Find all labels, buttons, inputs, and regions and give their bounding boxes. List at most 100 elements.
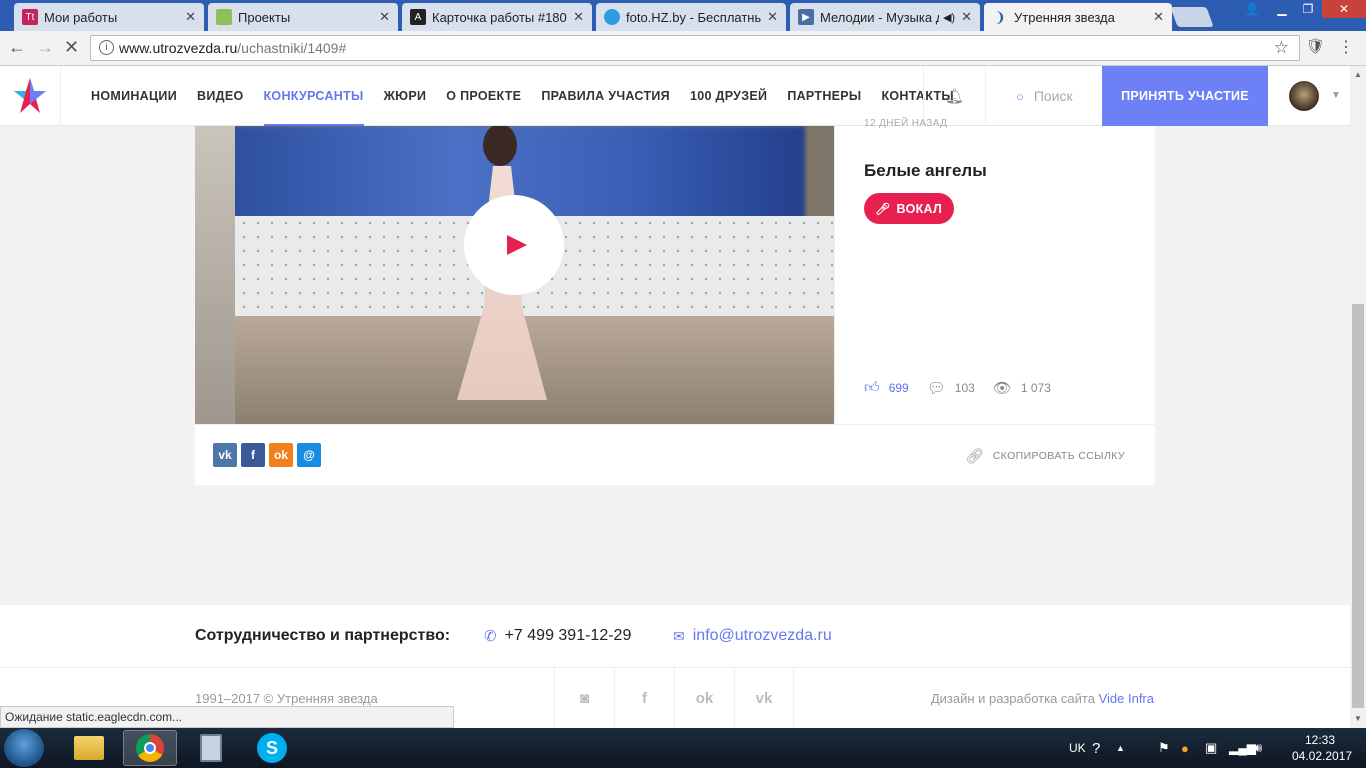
- skype-taskbar-icon[interactable]: S: [245, 730, 299, 766]
- play-button[interactable]: [464, 195, 564, 295]
- nav-100-friends[interactable]: 100 ДРУЗЕЙ: [690, 66, 767, 126]
- copy-link-button[interactable]: 🔗︎ СКОПИРОВАТЬ ССЫЛКУ: [965, 447, 1125, 465]
- divider: [834, 126, 835, 425]
- extension-icon[interactable]: 🛡: [1306, 37, 1325, 55]
- category-label: ВОКАЛ: [896, 201, 943, 216]
- tab-close-icon[interactable]: ✕: [573, 9, 584, 25]
- search-placeholder: Поиск: [1033, 88, 1073, 104]
- volume-icon[interactable]: 🔊︎: [1254, 728, 1262, 768]
- bell-icon: 🔔︎: [944, 88, 965, 105]
- start-button[interactable]: [4, 729, 44, 767]
- restore-icon[interactable]: ❐: [1294, 0, 1322, 18]
- tab-close-icon[interactable]: ✕: [379, 9, 390, 25]
- url-path: /uchastniki/1409#: [237, 40, 347, 56]
- address-bar[interactable]: i www.utrozvezda.ru/uchastniki/1409# ☆: [90, 35, 1300, 61]
- browser-tab-active[interactable]: ❩ Утренняя звезда ✕: [984, 3, 1172, 31]
- category-badge[interactable]: 🎤︎ ВОКАЛ: [864, 193, 955, 224]
- loading-spinner-icon: ❩: [994, 8, 1006, 25]
- tab-close-icon[interactable]: ✕: [1153, 9, 1164, 25]
- like-button[interactable]: 👍︎ 699: [864, 379, 909, 397]
- app-tray-icon[interactable]: ●: [1181, 728, 1189, 768]
- tab-title: Мои работы: [44, 9, 118, 25]
- nav-jury[interactable]: ЖЮРИ: [384, 66, 427, 126]
- explorer-taskbar-icon[interactable]: [62, 730, 116, 766]
- browser-tab-strip: Tt Мои работы ✕ Проекты ✕ A Карточка раб…: [0, 0, 1366, 31]
- notifications-button[interactable]: 🔔︎: [923, 66, 985, 126]
- scroll-down-icon[interactable]: ▼: [1354, 714, 1362, 723]
- user-avatar[interactable]: [1289, 81, 1319, 111]
- views-stat: 👁︎ 1 073: [993, 379, 1051, 397]
- forward-icon[interactable]: →: [36, 37, 54, 58]
- removable-device-icon[interactable]: ▣: [1205, 728, 1217, 768]
- instagram-icon[interactable]: ◙: [554, 668, 614, 728]
- publish-date: 12 ДНЕЙ НАЗАД: [864, 118, 948, 129]
- video-player[interactable]: [195, 126, 834, 425]
- back-icon[interactable]: ←: [8, 37, 26, 58]
- search-field[interactable]: ○ Поиск: [985, 66, 1102, 126]
- profile-icon[interactable]: 👤: [1238, 0, 1266, 18]
- tab-close-icon[interactable]: ✕: [961, 9, 972, 25]
- browser-status-bar: Ожидание static.eaglecdn.com...: [0, 706, 454, 728]
- site-logo[interactable]: [0, 66, 61, 126]
- tab-favicon-icon: ▶: [798, 9, 814, 25]
- chrome-taskbar-icon[interactable]: [123, 730, 177, 766]
- vk-icon[interactable]: vk: [734, 668, 794, 728]
- help-icon[interactable]: ?: [1092, 728, 1100, 768]
- calculator-taskbar-icon[interactable]: [184, 730, 238, 766]
- network-icon[interactable]: ▂▄▆: [1229, 728, 1256, 768]
- odnoklassniki-share-icon[interactable]: ok: [269, 443, 293, 467]
- mailru-share-icon[interactable]: @: [297, 443, 321, 467]
- tab-favicon-icon: [604, 9, 620, 25]
- comments-link[interactable]: 💬︎ 103: [927, 379, 975, 397]
- browser-tab[interactable]: Проекты ✕: [208, 3, 398, 31]
- odnoklassniki-icon[interactable]: ok: [674, 668, 734, 728]
- play-icon: [507, 235, 527, 255]
- scroll-up-icon[interactable]: ▲: [1354, 70, 1362, 79]
- browser-tab[interactable]: ▶ Мелодии - Музыка д ◀) ✕: [790, 3, 980, 31]
- nav-contestants[interactable]: КОНКУРСАНТЫ: [263, 66, 364, 126]
- browser-tab[interactable]: foto.HZ.by - Бесплатный ✕: [596, 3, 786, 31]
- cooperation-label: Сотрудничество и партнерство:: [195, 627, 451, 644]
- link-icon: 🔗︎: [965, 448, 985, 465]
- nav-video[interactable]: ВИДЕО: [197, 66, 243, 126]
- facebook-share-icon[interactable]: f: [241, 443, 265, 467]
- design-credit-link[interactable]: Vide Infra: [1099, 691, 1154, 706]
- new-tab-button[interactable]: [1170, 7, 1214, 27]
- participate-button[interactable]: ПРИНЯТЬ УЧАСТИЕ: [1102, 66, 1268, 126]
- comments-count: 103: [954, 381, 975, 395]
- views-count: 1 073: [1020, 381, 1051, 395]
- bookmark-star-icon[interactable]: ☆: [1274, 38, 1289, 58]
- scrollbar-thumb[interactable]: [1352, 304, 1364, 708]
- chevron-down-icon[interactable]: ▼: [1331, 90, 1341, 101]
- divider: [195, 424, 1155, 425]
- tab-title: Утренняя звезда: [1014, 9, 1115, 25]
- stop-icon[interactable]: ✕: [64, 37, 79, 58]
- design-credit-prefix: Дизайн и разработка сайта: [930, 691, 1095, 706]
- minimize-icon[interactable]: ▁: [1268, 0, 1296, 18]
- tab-title: foto.HZ.by - Бесплатный: [626, 9, 762, 25]
- facebook-icon[interactable]: f: [614, 668, 674, 728]
- language-indicator[interactable]: UK: [1069, 728, 1086, 768]
- nav-about[interactable]: О ПРОЕКТЕ: [446, 66, 521, 126]
- nav-rules[interactable]: ПРАВИЛА УЧАСТИЯ: [541, 66, 670, 126]
- email-link[interactable]: ✉ info@utrozvezda.ru: [673, 627, 832, 645]
- action-center-icon[interactable]: ⚑: [1158, 728, 1170, 768]
- phone-number: +7 499 391-12-29: [504, 627, 632, 644]
- tab-close-icon[interactable]: ✕: [185, 9, 196, 25]
- chrome-menu-icon[interactable]: ⋮: [1338, 37, 1354, 57]
- likes-count: 699: [888, 381, 909, 395]
- close-window-icon[interactable]: ✕: [1322, 0, 1366, 18]
- system-clock[interactable]: 12:33 04.02.2017: [1292, 732, 1352, 764]
- browser-toolbar: ← → ✕ i www.utrozvezda.ru/uchastniki/140…: [0, 31, 1366, 66]
- browser-tab[interactable]: A Карточка работы #1805 ✕: [402, 3, 592, 31]
- audio-playing-icon[interactable]: ◀): [943, 11, 955, 24]
- nav-nominations[interactable]: НОМИНАЦИИ: [91, 66, 177, 126]
- phone-link[interactable]: ✆ +7 499 391-12-29: [484, 627, 631, 645]
- nav-partners[interactable]: ПАРТНЕРЫ: [787, 66, 861, 126]
- browser-tab[interactable]: Tt Мои работы ✕: [14, 3, 204, 31]
- tab-close-icon[interactable]: ✕: [767, 9, 778, 25]
- tray-expand-icon[interactable]: ▲: [1116, 728, 1125, 768]
- envelope-icon: ✉: [673, 627, 685, 644]
- site-info-icon[interactable]: i: [99, 40, 114, 55]
- vk-share-icon[interactable]: vk: [213, 443, 237, 467]
